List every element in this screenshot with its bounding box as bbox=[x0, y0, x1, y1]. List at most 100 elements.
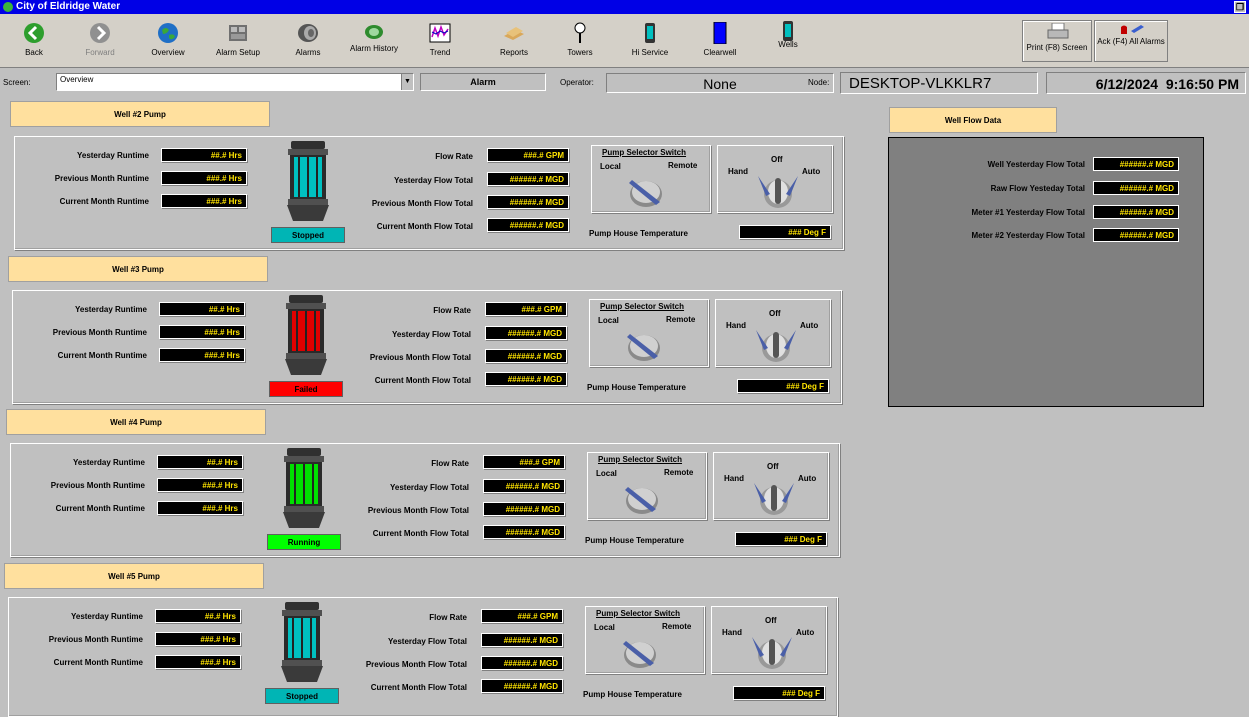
well-header: Well #2 Pump bbox=[10, 101, 270, 127]
back-button[interactable]: Back bbox=[2, 14, 66, 66]
screen-label: Screen: bbox=[3, 78, 31, 87]
prev-month-flow-label: Previous Month Flow Total bbox=[365, 660, 467, 669]
clearwell-button[interactable]: Clearwell bbox=[688, 14, 752, 66]
prev-month-runtime-label: Previous Month Runtime bbox=[48, 635, 143, 644]
flow-value: ######.# MGD bbox=[1093, 157, 1179, 171]
curr-month-flow-label: Current Month Flow Total bbox=[370, 683, 467, 692]
flow-rate-label: Flow Rate bbox=[431, 459, 469, 468]
hand-off-auto-switch[interactable]: Hand Off Auto bbox=[711, 606, 827, 674]
pump-selector-switch[interactable]: Pump Selector Switch Local Remote bbox=[589, 299, 709, 367]
pump-selector-switch[interactable]: Pump Selector Switch Local Remote bbox=[591, 145, 711, 213]
curr-month-runtime-label: Current Month Runtime bbox=[57, 351, 147, 360]
curr-month-runtime-value: ###.# Hrs bbox=[161, 194, 247, 208]
pump-selector-switch[interactable]: Pump Selector Switch Local Remote bbox=[585, 606, 705, 674]
reports-button[interactable]: Reports bbox=[482, 14, 546, 66]
pump-status-badge: Failed bbox=[269, 381, 343, 397]
towers-button[interactable]: Towers bbox=[548, 14, 612, 66]
flow-rate-value: ###.# GPM bbox=[487, 148, 569, 162]
curr-month-flow-value: ######.# MGD bbox=[481, 679, 563, 693]
hand-off-auto-switch[interactable]: Hand Off Auto bbox=[713, 452, 829, 520]
prev-month-runtime-value: ###.# Hrs bbox=[155, 632, 241, 646]
reports-icon bbox=[504, 27, 524, 40]
yesterday-runtime-value: ##.# Hrs bbox=[159, 302, 245, 316]
back-arrow-icon bbox=[24, 23, 44, 43]
operator-field: None bbox=[606, 73, 834, 93]
curr-month-runtime-label: Current Month Runtime bbox=[59, 197, 149, 206]
yesterday-runtime-value: ##.# Hrs bbox=[161, 148, 247, 162]
yesterday-flow-value: ######.# MGD bbox=[483, 479, 565, 493]
pump-selector-switch[interactable]: Pump Selector Switch Local Remote bbox=[587, 452, 707, 520]
prev-month-flow-value: ######.# MGD bbox=[487, 195, 569, 209]
yesterday-runtime-label: Yesterday Runtime bbox=[72, 458, 145, 467]
forward-button[interactable]: Forward bbox=[68, 14, 132, 66]
wells-button[interactable]: Wells bbox=[756, 14, 820, 66]
pump-icon bbox=[645, 23, 655, 43]
alarm-setup-button[interactable]: Alarm Setup bbox=[206, 14, 270, 66]
alarm-history-icon bbox=[365, 25, 383, 39]
prev-month-flow-label: Previous Month Flow Total bbox=[367, 506, 469, 515]
datetime-field: 6/12/2024 9:16:50 PM bbox=[1046, 72, 1246, 94]
flow-rate-label: Flow Rate bbox=[435, 152, 473, 161]
operator-label: Operator: bbox=[560, 78, 594, 87]
pump-house-temp-value: ### Deg F bbox=[737, 379, 829, 393]
well-panel: Yesterday Runtime ##.# Hrs Previous Mont… bbox=[10, 443, 840, 557]
well-panel: Yesterday Runtime ##.# Hrs Previous Mont… bbox=[12, 290, 842, 404]
curr-month-flow-label: Current Month Flow Total bbox=[374, 376, 471, 385]
flow-label: Meter #2 Yesterday Flow Total bbox=[971, 231, 1085, 240]
print-screen-button[interactable]: Print (F8) Screen bbox=[1022, 20, 1092, 62]
selector-knob-icon bbox=[629, 180, 662, 207]
well-header: Well #3 Pump bbox=[8, 256, 268, 282]
well-panel: Yesterday Runtime ##.# Hrs Previous Mont… bbox=[14, 136, 844, 250]
yesterday-runtime-value: ##.# Hrs bbox=[157, 455, 243, 469]
alarms-button[interactable]: Alarms bbox=[276, 14, 340, 66]
restore-button[interactable]: ❐ bbox=[1234, 1, 1246, 13]
pump-status-badge: Running bbox=[267, 534, 341, 550]
screen-bar: Screen: Overview ▼ Alarm Operator: None … bbox=[0, 70, 1249, 96]
prev-month-flow-value: ######.# MGD bbox=[481, 656, 563, 670]
pump-icon bbox=[281, 602, 323, 682]
pump-house-temp-label: Pump House Temperature bbox=[587, 383, 686, 392]
flow-label: Raw Flow Yesteday Total bbox=[990, 184, 1085, 193]
yesterday-flow-label: Yesterday Flow Total bbox=[390, 483, 469, 492]
yesterday-flow-label: Yesterday Flow Total bbox=[388, 637, 467, 646]
flow-data-panel: Well Yesterday Flow Total ######.# MGD R… bbox=[888, 137, 1204, 407]
node-label: Node: bbox=[808, 78, 830, 87]
prev-month-runtime-value: ###.# Hrs bbox=[157, 478, 243, 492]
prev-month-runtime-value: ###.# Hrs bbox=[161, 171, 247, 185]
toolbar: Back Forward Overview Alarm Setup Alarms… bbox=[0, 14, 1249, 68]
alarm-field: Alarm bbox=[420, 73, 546, 91]
chevron-down-icon[interactable]: ▼ bbox=[401, 74, 413, 90]
flow-value: ######.# MGD bbox=[1093, 181, 1179, 195]
flow-rate-value: ###.# GPM bbox=[481, 609, 563, 623]
yesterday-runtime-label: Yesterday Runtime bbox=[76, 151, 149, 160]
hand-off-auto-switch[interactable]: Hand Off Auto bbox=[717, 145, 833, 213]
screen-select[interactable]: Overview ▼ bbox=[56, 73, 414, 91]
flow-rate-label: Flow Rate bbox=[429, 613, 467, 622]
window-title: City of Eldridge Water bbox=[16, 1, 121, 12]
prev-month-runtime-value: ###.# Hrs bbox=[159, 325, 245, 339]
hand-off-auto-switch[interactable]: Hand Off Auto bbox=[715, 299, 831, 367]
selector-knob-icon bbox=[623, 641, 656, 668]
flow-value: ######.# MGD bbox=[1093, 228, 1179, 242]
trend-button[interactable]: Trend bbox=[408, 14, 472, 66]
ack-all-alarms-button[interactable]: Ack (F4) All Alarms bbox=[1094, 20, 1168, 62]
hoa-knob-icon bbox=[754, 483, 794, 515]
yesterday-flow-label: Yesterday Flow Total bbox=[394, 176, 473, 185]
well-panel: Yesterday Runtime ##.# Hrs Previous Mont… bbox=[8, 597, 838, 717]
alarm-history-button[interactable]: Alarm History bbox=[342, 14, 406, 66]
flow-label: Meter #1 Yesterday Flow Total bbox=[971, 208, 1085, 217]
yesterday-flow-value: ######.# MGD bbox=[487, 172, 569, 186]
prev-month-runtime-label: Previous Month Runtime bbox=[54, 174, 149, 183]
hi-service-button[interactable]: Hi Service bbox=[618, 14, 682, 66]
yesterday-runtime-label: Yesterday Runtime bbox=[70, 612, 143, 621]
flow-rate-value: ###.# GPM bbox=[483, 455, 565, 469]
title-bar: City of Eldridge Water ❐ bbox=[0, 0, 1249, 14]
curr-month-runtime-value: ###.# Hrs bbox=[159, 348, 245, 362]
overview-button[interactable]: Overview bbox=[136, 14, 200, 66]
yesterday-runtime-label: Yesterday Runtime bbox=[74, 305, 147, 314]
flow-rate-label: Flow Rate bbox=[433, 306, 471, 315]
prev-month-flow-value: ######.# MGD bbox=[483, 502, 565, 516]
pump-house-temp-value: ### Deg F bbox=[735, 532, 827, 546]
prev-month-flow-label: Previous Month Flow Total bbox=[369, 353, 471, 362]
flow-label: Well Yesterday Flow Total bbox=[987, 160, 1085, 169]
